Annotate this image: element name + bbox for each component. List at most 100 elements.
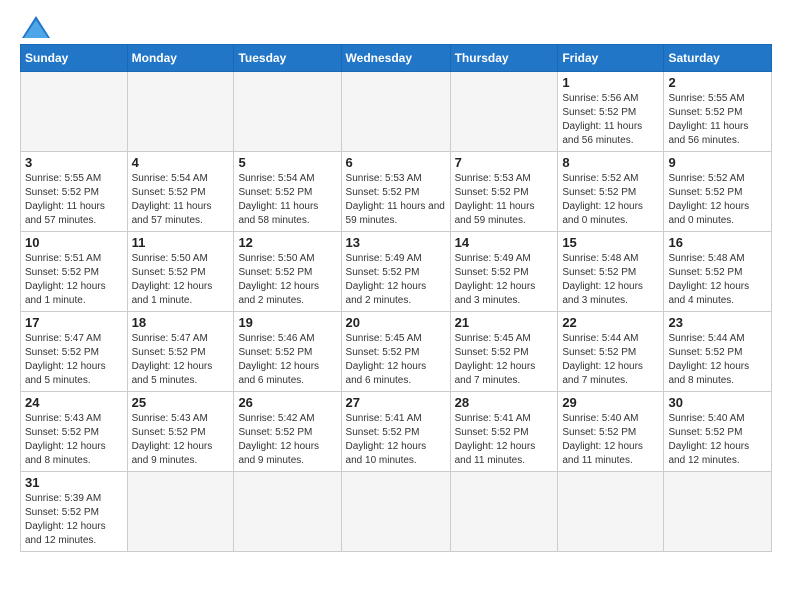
day-number: 5 <box>238 155 336 170</box>
day-of-week-header: Saturday <box>664 45 772 72</box>
day-number: 16 <box>668 235 767 250</box>
calendar-day-cell: 24 Sunrise: 5:43 AMSunset: 5:52 PMDayligh… <box>21 392 128 472</box>
calendar-day-cell <box>341 72 450 152</box>
calendar-day-cell: 1 Sunrise: 5:56 AMSunset: 5:52 PMDaylight… <box>558 72 664 152</box>
day-number: 1 <box>562 75 659 90</box>
calendar-week-row: 24 Sunrise: 5:43 AMSunset: 5:52 PMDayligh… <box>21 392 772 472</box>
logo <box>20 16 50 38</box>
day-info: Sunrise: 5:44 AMSunset: 5:52 PMDaylight:… <box>668 332 767 388</box>
day-info: Sunrise: 5:49 AMSunset: 5:52 PMDaylight:… <box>346 252 446 308</box>
day-info: Sunrise: 5:43 AMSunset: 5:52 PMDaylight:… <box>25 412 123 468</box>
calendar-day-cell: 25 Sunrise: 5:43 AMSunset: 5:52 PMDayligh… <box>127 392 234 472</box>
calendar-day-cell: 22Sunrise: 5:44 AMSunset: 5:52 PMDayligh… <box>558 312 664 392</box>
day-info: Sunrise: 5:48 AMSunset: 5:52 PMDaylight:… <box>562 252 659 308</box>
day-info: Sunrise: 5:41 AMSunset: 5:52 PMDaylight:… <box>346 412 446 468</box>
day-of-week-header: Sunday <box>21 45 128 72</box>
day-number: 21 <box>455 315 554 330</box>
calendar-day-cell: 4 Sunrise: 5:54 AMSunset: 5:52 PMDaylight… <box>127 152 234 232</box>
calendar-day-cell <box>558 472 664 552</box>
day-number: 2 <box>668 75 767 90</box>
day-number: 17 <box>25 315 123 330</box>
calendar-day-cell: 17 Sunrise: 5:47 AMSunset: 5:52 PMDayligh… <box>21 312 128 392</box>
calendar-day-cell: 2 Sunrise: 5:55 AMSunset: 5:52 PMDaylight… <box>664 72 772 152</box>
day-number: 31 <box>25 475 123 490</box>
day-info: Sunrise: 5:47 AMSunset: 5:52 PMDaylight:… <box>25 332 123 388</box>
calendar-day-cell: 9Sunrise: 5:52 AMSunset: 5:52 PMDaylight… <box>664 152 772 232</box>
calendar-day-cell: 20Sunrise: 5:45 AMSunset: 5:52 PMDayligh… <box>341 312 450 392</box>
calendar-day-cell: 7 Sunrise: 5:53 AMSunset: 5:52 PMDaylight… <box>450 152 558 232</box>
calendar-day-cell: 13 Sunrise: 5:49 AMSunset: 5:52 PMDayligh… <box>341 232 450 312</box>
calendar-day-cell <box>127 72 234 152</box>
day-number: 13 <box>346 235 446 250</box>
calendar-week-row: 3 Sunrise: 5:55 AMSunset: 5:52 PMDaylight… <box>21 152 772 232</box>
day-info: Sunrise: 5:43 AMSunset: 5:52 PMDaylight:… <box>132 412 230 468</box>
day-number: 19 <box>238 315 336 330</box>
calendar-day-cell: 28Sunrise: 5:41 AMSunset: 5:52 PMDayligh… <box>450 392 558 472</box>
day-number: 27 <box>346 395 446 410</box>
day-of-week-header: Monday <box>127 45 234 72</box>
calendar-day-cell: 18 Sunrise: 5:47 AMSunset: 5:52 PMDayligh… <box>127 312 234 392</box>
day-info: Sunrise: 5:46 AMSunset: 5:52 PMDaylight:… <box>238 332 336 388</box>
day-info: Sunrise: 5:40 AMSunset: 5:52 PMDaylight:… <box>562 412 659 468</box>
day-info: Sunrise: 5:56 AMSunset: 5:52 PMDaylight:… <box>562 92 659 148</box>
day-info: Sunrise: 5:54 AMSunset: 5:52 PMDaylight:… <box>238 172 336 228</box>
calendar-day-cell: 15 Sunrise: 5:48 AMSunset: 5:52 PMDayligh… <box>558 232 664 312</box>
day-number: 12 <box>238 235 336 250</box>
calendar-day-cell: 3 Sunrise: 5:55 AMSunset: 5:52 PMDaylight… <box>21 152 128 232</box>
calendar-day-cell <box>127 472 234 552</box>
day-info: Sunrise: 5:45 AMSunset: 5:52 PMDaylight:… <box>455 332 554 388</box>
calendar-day-cell <box>234 472 341 552</box>
calendar-week-row: 31Sunrise: 5:39 AMSunset: 5:52 PMDayligh… <box>21 472 772 552</box>
calendar-day-cell: 12Sunrise: 5:50 AMSunset: 5:52 PMDayligh… <box>234 232 341 312</box>
day-info: Sunrise: 5:53 AMSunset: 5:52 PMDaylight:… <box>455 172 554 228</box>
calendar-day-cell: 11 Sunrise: 5:50 AMSunset: 5:52 PMDayligh… <box>127 232 234 312</box>
day-info: Sunrise: 5:48 AMSunset: 5:52 PMDaylight:… <box>668 252 767 308</box>
day-number: 6 <box>346 155 446 170</box>
day-number: 14 <box>455 235 554 250</box>
day-info: Sunrise: 5:40 AMSunset: 5:52 PMDaylight:… <box>668 412 767 468</box>
day-info: Sunrise: 5:47 AMSunset: 5:52 PMDaylight:… <box>132 332 230 388</box>
calendar-header-row: SundayMondayTuesdayWednesdayThursdayFrid… <box>21 45 772 72</box>
day-number: 4 <box>132 155 230 170</box>
day-info: Sunrise: 5:45 AMSunset: 5:52 PMDaylight:… <box>346 332 446 388</box>
day-number: 7 <box>455 155 554 170</box>
calendar-day-cell: 10Sunrise: 5:51 AMSunset: 5:52 PMDayligh… <box>21 232 128 312</box>
calendar-day-cell <box>341 472 450 552</box>
day-number: 18 <box>132 315 230 330</box>
calendar-week-row: 10Sunrise: 5:51 AMSunset: 5:52 PMDayligh… <box>21 232 772 312</box>
calendar-day-cell: 27 Sunrise: 5:41 AMSunset: 5:52 PMDayligh… <box>341 392 450 472</box>
day-number: 11 <box>132 235 230 250</box>
day-info: Sunrise: 5:49 AMSunset: 5:52 PMDaylight:… <box>455 252 554 308</box>
day-number: 29 <box>562 395 659 410</box>
calendar-day-cell <box>450 72 558 152</box>
calendar-day-cell: 6 Sunrise: 5:53 AMSunset: 5:52 PMDaylight… <box>341 152 450 232</box>
calendar-day-cell: 8Sunrise: 5:52 AMSunset: 5:52 PMDaylight… <box>558 152 664 232</box>
day-info: Sunrise: 5:55 AMSunset: 5:52 PMDaylight:… <box>668 92 767 148</box>
calendar-day-cell: 5 Sunrise: 5:54 AMSunset: 5:52 PMDaylight… <box>234 152 341 232</box>
day-of-week-header: Wednesday <box>341 45 450 72</box>
day-number: 26 <box>238 395 336 410</box>
calendar-day-cell: 30Sunrise: 5:40 AMSunset: 5:52 PMDayligh… <box>664 392 772 472</box>
calendar-day-cell: 29 Sunrise: 5:40 AMSunset: 5:52 PMDayligh… <box>558 392 664 472</box>
day-number: 15 <box>562 235 659 250</box>
day-number: 3 <box>25 155 123 170</box>
calendar-day-cell <box>450 472 558 552</box>
day-info: Sunrise: 5:50 AMSunset: 5:52 PMDaylight:… <box>132 252 230 308</box>
calendar-day-cell: 16 Sunrise: 5:48 AMSunset: 5:52 PMDayligh… <box>664 232 772 312</box>
calendar-week-row: 17 Sunrise: 5:47 AMSunset: 5:52 PMDayligh… <box>21 312 772 392</box>
calendar-week-row: 1 Sunrise: 5:56 AMSunset: 5:52 PMDaylight… <box>21 72 772 152</box>
day-number: 24 <box>25 395 123 410</box>
calendar-day-cell <box>664 472 772 552</box>
day-info: Sunrise: 5:55 AMSunset: 5:52 PMDaylight:… <box>25 172 123 228</box>
day-of-week-header: Tuesday <box>234 45 341 72</box>
day-info: Sunrise: 5:51 AMSunset: 5:52 PMDaylight:… <box>25 252 123 308</box>
calendar-day-cell: 21 Sunrise: 5:45 AMSunset: 5:52 PMDayligh… <box>450 312 558 392</box>
calendar-day-cell: 31Sunrise: 5:39 AMSunset: 5:52 PMDayligh… <box>21 472 128 552</box>
day-number: 28 <box>455 395 554 410</box>
day-number: 25 <box>132 395 230 410</box>
logo-icon <box>22 16 50 38</box>
header <box>20 16 772 38</box>
day-info: Sunrise: 5:53 AMSunset: 5:52 PMDaylight:… <box>346 172 446 228</box>
day-info: Sunrise: 5:54 AMSunset: 5:52 PMDaylight:… <box>132 172 230 228</box>
calendar-day-cell <box>21 72 128 152</box>
